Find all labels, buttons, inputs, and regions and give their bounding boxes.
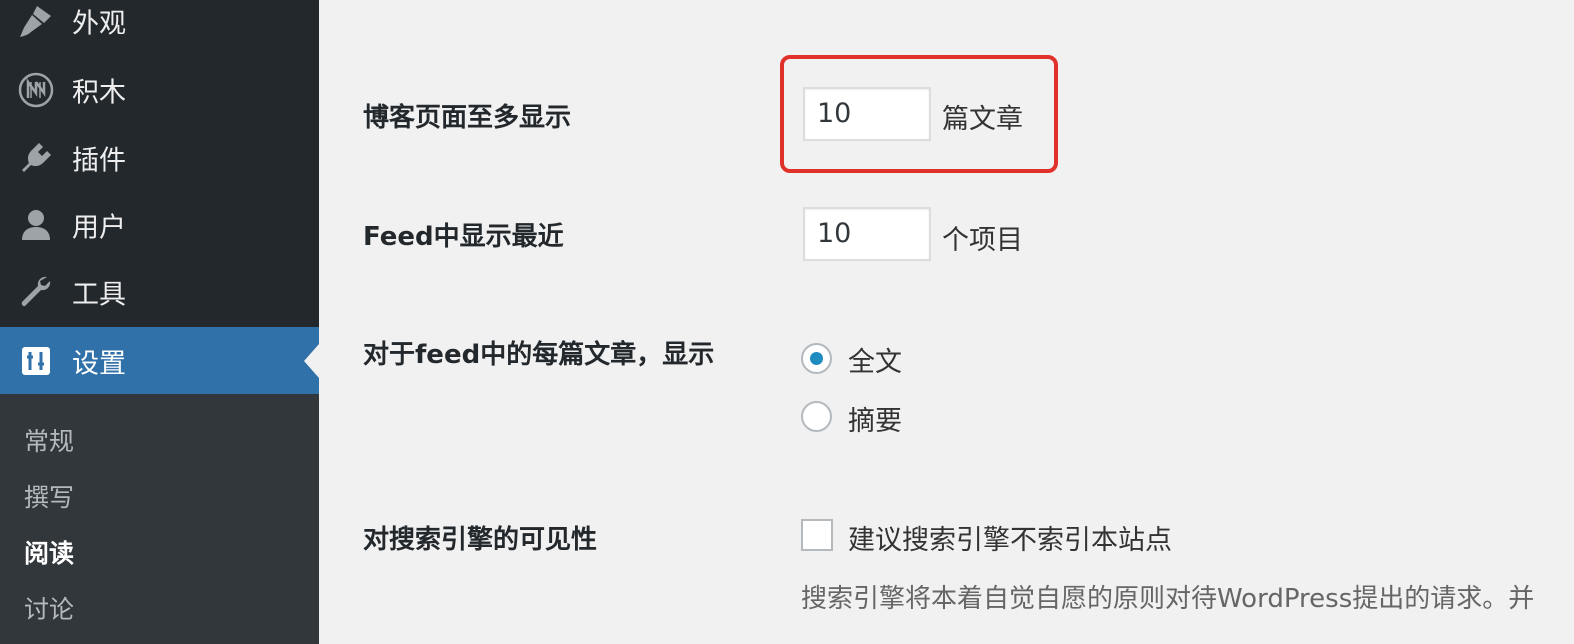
sidebar-item-appearance[interactable]: 外观 [0, 0, 319, 54]
sidebar-item-users[interactable]: 用户 [0, 192, 319, 258]
submenu-item-reading[interactable]: 阅读 [24, 534, 74, 570]
submenu-item-discussion[interactable]: 讨论 [24, 590, 74, 626]
posts-per-rss-label: Feed中显示最近 [363, 222, 564, 252]
sidebar-item-plugins[interactable]: 插件 [0, 125, 319, 191]
full-text-radio[interactable] [801, 343, 832, 374]
settings-reading-page: 外观 积木 插件 用户 工具 设置 常规 撰写 阅读 讨论 博客页面至多显示 1… [0, 0, 1574, 644]
blocks-logo-icon [16, 70, 56, 110]
posts-per-rss-input[interactable]: 10 [803, 207, 931, 261]
submenu-item-writing[interactable]: 撰写 [24, 478, 74, 514]
excerpt-radio-label[interactable]: 摘要 [848, 399, 902, 438]
sidebar-item-settings[interactable]: 设置 [0, 327, 319, 394]
search-visibility-label: 对搜索引擎的可见性 [363, 525, 598, 555]
settings-submenu: 常规 撰写 阅读 讨论 [0, 394, 319, 644]
posts-per-page-suffix: 篇文章 [942, 104, 1023, 135]
search-visibility-description: 搜索引擎将本着自觉自愿的原则对待WordPress提出的请求。并 [801, 584, 1535, 614]
sidebar-item-blocks[interactable]: 积木 [0, 57, 319, 123]
excerpt-radio[interactable] [801, 401, 832, 432]
sidebar-item-label: 用户 [72, 212, 126, 244]
wrench-icon [16, 272, 56, 312]
plugin-icon [16, 138, 56, 178]
paintbrush-icon [16, 1, 56, 41]
discourage-search-checkbox[interactable] [801, 519, 833, 551]
sidebar-item-label: 插件 [72, 145, 126, 177]
posts-per-rss-suffix: 个项目 [942, 225, 1023, 256]
discourage-search-checkbox-label[interactable]: 建议搜索引擎不索引本站点 [848, 518, 1172, 557]
sidebar-item-label: 积木 [72, 77, 126, 109]
posts-per-page-label: 博客页面至多显示 [363, 103, 572, 133]
full-text-radio-label[interactable]: 全文 [848, 340, 902, 379]
rss-excerpt-label: 对于feed中的每篇文章，显示 [363, 340, 715, 370]
user-icon [16, 205, 56, 245]
settings-icon [16, 341, 56, 381]
sidebar-item-label: 工具 [72, 279, 126, 311]
active-indicator [304, 343, 319, 378]
sidebar-item-label: 设置 [72, 348, 126, 379]
submenu-item-general[interactable]: 常规 [24, 422, 74, 458]
sidebar-item-label: 外观 [72, 8, 126, 40]
admin-sidebar: 外观 积木 插件 用户 工具 设置 常规 撰写 阅读 讨论 [0, 0, 319, 644]
posts-per-page-input[interactable]: 10 [803, 87, 931, 141]
sidebar-item-tools[interactable]: 工具 [0, 259, 319, 325]
